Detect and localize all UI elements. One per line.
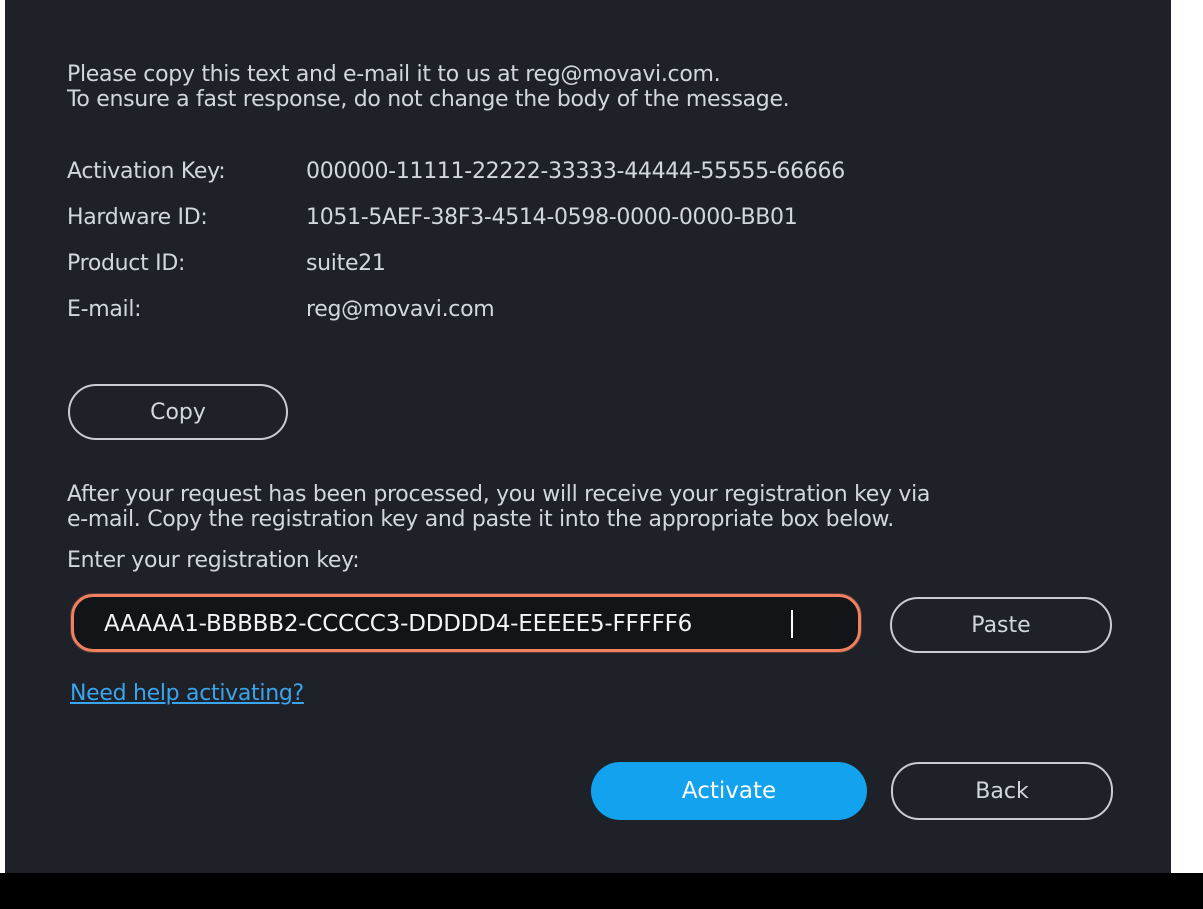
activation-key-value: 000000-11111-22222-33333-44444-55555-666… — [306, 159, 845, 184]
instructions-line-2: To ensure a fast response, do not change… — [67, 87, 790, 112]
instructions-text: Please copy this text and e-mail it to u… — [67, 62, 790, 112]
instructions-line-1: Please copy this text and e-mail it to u… — [67, 62, 721, 87]
after-request-text: After your request has been processed, y… — [67, 482, 930, 532]
background-strip — [0, 873, 1203, 909]
activation-key-label: Activation Key: — [67, 159, 226, 184]
after-request-line-1: After your request has been processed, y… — [67, 482, 931, 507]
paste-button[interactable]: Paste — [890, 597, 1112, 653]
copy-button[interactable]: Copy — [68, 384, 288, 440]
text-caret — [791, 610, 793, 638]
email-value: reg@movavi.com — [306, 297, 495, 322]
hardware-id-label: Hardware ID: — [67, 205, 208, 230]
back-button[interactable]: Back — [891, 762, 1113, 820]
registration-key-label: Enter your registration key: — [67, 548, 360, 573]
email-label: E-mail: — [67, 297, 142, 322]
after-request-line-2: e-mail. Copy the registration key and pa… — [67, 507, 894, 532]
registration-key-field[interactable] — [71, 594, 861, 652]
need-help-link[interactable]: Need help activating? — [70, 681, 304, 706]
registration-key-input[interactable] — [104, 609, 824, 639]
product-id-label: Product ID: — [67, 251, 186, 276]
offline-activation-dialog: Please copy this text and e-mail it to u… — [5, 0, 1171, 873]
hardware-id-value: 1051-5AEF-38F3-4514-0598-0000-0000-BB01 — [306, 205, 798, 230]
product-id-value: suite21 — [306, 251, 386, 276]
activate-button[interactable]: Activate — [591, 762, 867, 820]
